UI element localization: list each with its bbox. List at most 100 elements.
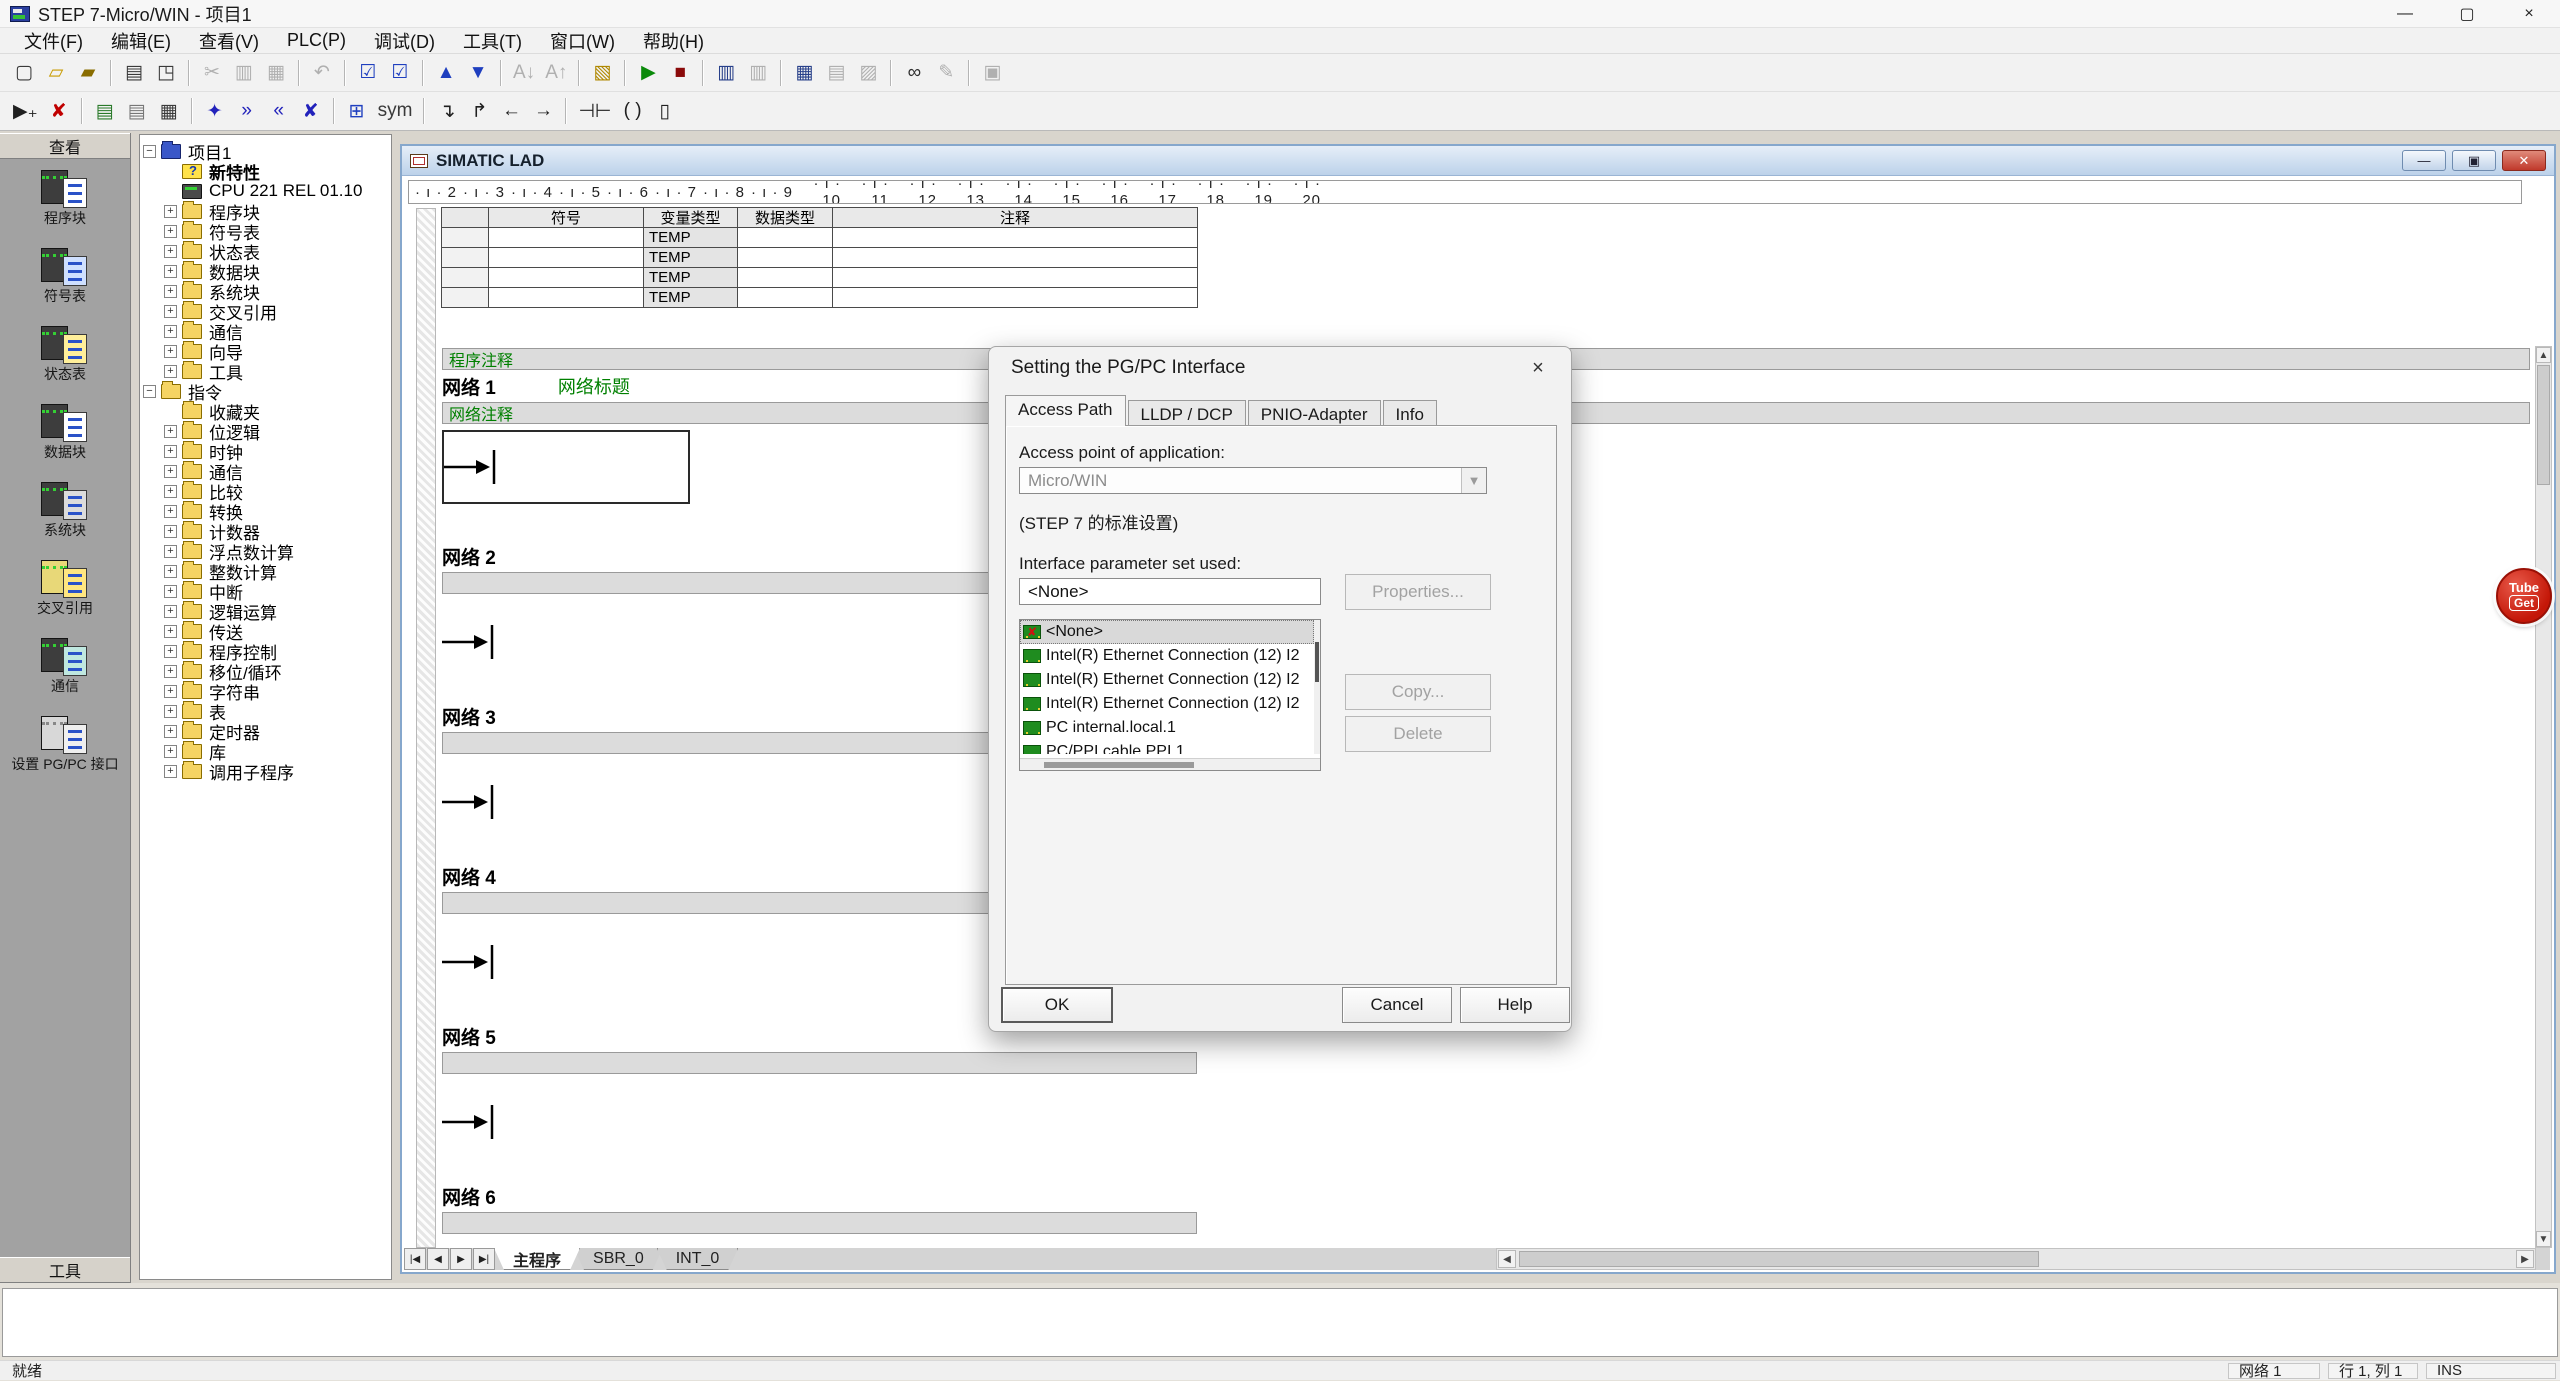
tree-item[interactable]: +逻辑运算 bbox=[140, 601, 391, 621]
list-hscroll-thumb[interactable] bbox=[1044, 762, 1194, 768]
plus-expander[interactable]: + bbox=[164, 705, 177, 718]
plus-expander[interactable]: + bbox=[164, 745, 177, 758]
delete-network-button[interactable]: ✘ bbox=[44, 96, 74, 126]
horizontal-scrollbar[interactable]: ◀ ▶ bbox=[1496, 1248, 2536, 1270]
network-comment-bar[interactable] bbox=[442, 1052, 1197, 1074]
plus-expander[interactable]: + bbox=[164, 665, 177, 678]
plus-expander[interactable]: + bbox=[164, 205, 177, 218]
variable-row[interactable]: TEMP bbox=[442, 248, 1198, 268]
network-number[interactable]: 网络 2 bbox=[442, 543, 496, 570]
navigation-bar-header[interactable]: 查看 bbox=[0, 133, 130, 159]
network-number[interactable]: 网络 5 bbox=[442, 1023, 496, 1050]
save-button[interactable]: ▰ bbox=[73, 58, 103, 88]
sidebar-item[interactable]: 交叉引用 bbox=[0, 549, 130, 627]
toggle-grid-button[interactable]: ▦ bbox=[154, 96, 184, 126]
plus-expander[interactable]: + bbox=[164, 765, 177, 778]
comment-cell[interactable] bbox=[832, 227, 1198, 248]
lad-close-button[interactable]: ✕ bbox=[2502, 150, 2546, 171]
tree-item[interactable]: +数据块 bbox=[140, 261, 391, 281]
sheet-tab-INT_0[interactable]: INT_0 bbox=[657, 1248, 739, 1270]
insert-coil-button[interactable]: ( ) bbox=[618, 96, 648, 126]
sidebar-item[interactable]: 程序块 bbox=[0, 159, 130, 237]
dialog-title-bar[interactable]: Setting the PG/PC Interface × bbox=[989, 347, 1571, 389]
tube-get-overlay-button[interactable]: Tube Get bbox=[2496, 568, 2552, 624]
variable-row[interactable]: TEMP bbox=[442, 268, 1198, 288]
copy-button[interactable]: ▥ bbox=[229, 58, 259, 88]
plus-expander[interactable]: + bbox=[164, 645, 177, 658]
network-number[interactable]: 网络 4 bbox=[442, 863, 496, 890]
tree-item[interactable]: +表 bbox=[140, 701, 391, 721]
new-button[interactable]: ▢ bbox=[9, 58, 39, 88]
toggle-bookmark-button[interactable]: ✦ bbox=[200, 96, 230, 126]
program-status-button[interactable]: ▥ bbox=[711, 58, 741, 88]
plus-expander[interactable]: + bbox=[164, 325, 177, 338]
line-left-button[interactable]: ← bbox=[496, 96, 526, 126]
vertical-scrollbar[interactable]: ▲ ▼ bbox=[2535, 346, 2552, 1248]
interface-item[interactable]: Intel(R) Ethernet Connection (12) I2 bbox=[1020, 644, 1314, 668]
plus-expander[interactable]: + bbox=[164, 465, 177, 478]
access-point-combobox[interactable]: Micro/WIN ▼ bbox=[1019, 467, 1487, 494]
plus-expander[interactable]: + bbox=[164, 685, 177, 698]
menu-item[interactable]: 查看(V) bbox=[185, 28, 273, 54]
variable-row[interactable]: TEMP bbox=[442, 288, 1198, 308]
minus-expander[interactable]: − bbox=[143, 385, 156, 398]
protection-button[interactable]: ▣ bbox=[977, 58, 1007, 88]
properties-button[interactable]: Properties... bbox=[1345, 574, 1491, 610]
network-number[interactable]: 网络 1 bbox=[442, 373, 496, 400]
sidebar-item[interactable]: 状态表 bbox=[0, 315, 130, 393]
compile-button[interactable]: ☑ bbox=[353, 58, 383, 88]
toggle-network-comments-button[interactable]: ▤ bbox=[122, 96, 152, 126]
tree-item[interactable]: −项目1 bbox=[140, 141, 391, 161]
symbol-cell[interactable] bbox=[488, 287, 644, 308]
tree-item[interactable]: +新特性 bbox=[140, 161, 391, 181]
var-type-cell[interactable]: TEMP bbox=[643, 267, 738, 288]
plus-expander[interactable]: + bbox=[164, 445, 177, 458]
data-type-cell[interactable] bbox=[737, 267, 833, 288]
dialog-close-icon[interactable]: × bbox=[1521, 353, 1555, 383]
compile-all-button[interactable]: ☑ bbox=[385, 58, 415, 88]
view-status-button[interactable]: ∞ bbox=[899, 58, 929, 88]
tree-item[interactable]: +收藏夹 bbox=[140, 401, 391, 421]
line-down-button[interactable]: ↴ bbox=[432, 96, 462, 126]
sort-descending-button[interactable]: A↑ bbox=[541, 58, 571, 88]
tree-item[interactable]: +转换 bbox=[140, 501, 391, 521]
insert-contact-button[interactable]: ⊣⊢ bbox=[574, 96, 615, 126]
sheet-tab-主程序[interactable]: 主程序 bbox=[494, 1248, 580, 1270]
paste-button[interactable]: ▦ bbox=[261, 58, 291, 88]
list-scroll-thumb[interactable] bbox=[1315, 642, 1319, 682]
scroll-down-icon[interactable]: ▼ bbox=[2536, 1231, 2551, 1247]
tree-item[interactable]: +工具 bbox=[140, 361, 391, 381]
toggle-pou-comments-button[interactable]: ▤ bbox=[90, 96, 120, 126]
minimize-button[interactable]: — bbox=[2374, 0, 2436, 28]
data-type-cell[interactable] bbox=[737, 227, 833, 248]
print-button[interactable]: ▤ bbox=[119, 58, 149, 88]
tools-bar-header[interactable]: 工具 bbox=[0, 1257, 130, 1283]
plus-expander[interactable]: + bbox=[164, 365, 177, 378]
symbol-cell[interactable] bbox=[488, 247, 644, 268]
interface-item[interactable]: Intel(R) Ethernet Connection (12) I2 bbox=[1020, 692, 1314, 716]
tree-item[interactable]: +移位/循环 bbox=[140, 661, 391, 681]
insert-network-button[interactable]: ▶₊ bbox=[9, 96, 42, 126]
dialog-tab-pnio-adapter[interactable]: PNIO-Adapter bbox=[1248, 400, 1381, 426]
tab-scroll-icon[interactable]: |◀ bbox=[404, 1248, 426, 1270]
var-type-cell[interactable]: TEMP bbox=[643, 227, 738, 248]
tab-scroll-icon[interactable]: ▶ bbox=[450, 1248, 472, 1270]
maximize-button[interactable]: ▢ bbox=[2436, 0, 2498, 28]
interface-item[interactable]: ✘<None> bbox=[1020, 620, 1314, 644]
symbolic-addressing-button[interactable]: sym bbox=[374, 96, 417, 126]
tab-scroll-icon[interactable]: ◀ bbox=[427, 1248, 449, 1270]
cut-button[interactable]: ✂ bbox=[197, 58, 227, 88]
interface-item[interactable]: PC/PPI cable.PPI.1 bbox=[1020, 740, 1314, 754]
network-title[interactable]: 网络标题 bbox=[558, 373, 630, 399]
dialog-tab-access-path[interactable]: Access Path bbox=[1005, 395, 1126, 426]
lad-title-bar[interactable]: SIMATIC LAD — ▣ ✕ bbox=[402, 146, 2554, 176]
run-button[interactable]: ▶ bbox=[633, 58, 663, 88]
menu-item[interactable]: 窗口(W) bbox=[536, 28, 629, 54]
lad-minimize-button[interactable]: — bbox=[2402, 150, 2446, 171]
sidebar-item[interactable]: 系统块 bbox=[0, 471, 130, 549]
download-button[interactable]: ▼ bbox=[463, 58, 493, 88]
symbol-cell[interactable] bbox=[488, 227, 644, 248]
tree-item[interactable]: +定时器 bbox=[140, 721, 391, 741]
menu-item[interactable]: PLC(P) bbox=[273, 28, 360, 54]
pause-chart-button[interactable]: ▤ bbox=[821, 58, 851, 88]
